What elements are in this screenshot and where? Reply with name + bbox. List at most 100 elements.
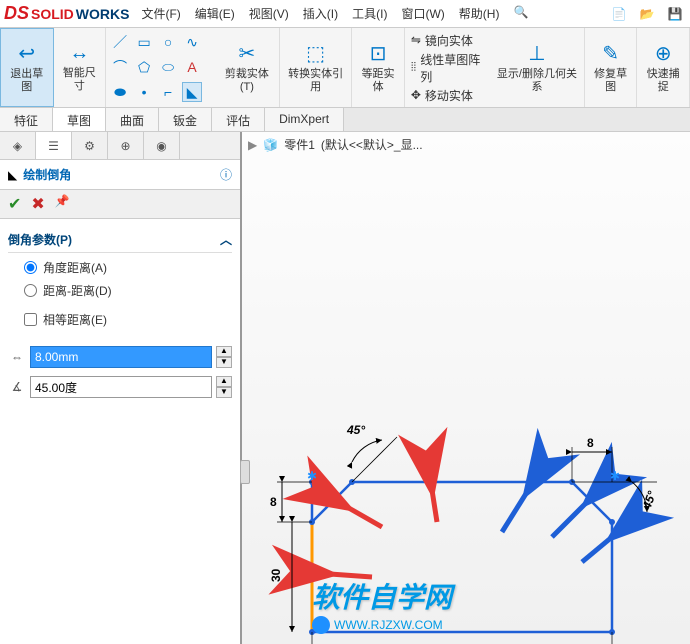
pattern-button[interactable]: ⦙⦙线性草图阵列: [411, 51, 484, 85]
convert-button[interactable]: ⬚ 转换实体引用: [280, 28, 352, 107]
breadcrumb-arrow-icon[interactable]: ▶: [248, 138, 257, 152]
globe-icon: [312, 616, 330, 634]
sketch-tools-grid: ／ ▭ ○ ∿ ⌒ ⬠ ⬭ A ⬬ • ⌐ ◣: [106, 28, 215, 107]
menu-search-icon[interactable]: 🔍: [513, 5, 528, 22]
circle-icon[interactable]: ○: [158, 32, 178, 52]
graphics-area[interactable]: ▶ 🧊 零件1 (默认<<默认>_显...: [242, 132, 690, 644]
tab-sketch[interactable]: 草图: [53, 108, 106, 131]
angle-input[interactable]: [30, 376, 212, 398]
panel-divider-handle[interactable]: [240, 460, 250, 484]
menu-view[interactable]: 视图(V): [249, 5, 289, 22]
distance-input-row: ⇔ ▲ ▼: [0, 342, 240, 372]
config-name: (默认<<默认>_显...: [321, 136, 423, 153]
chamfer-icon[interactable]: ◣: [182, 82, 202, 102]
repair-icon: ✎: [602, 41, 619, 66]
section-header[interactable]: 倒角参数(P) ︿: [8, 227, 232, 253]
radio-angle-distance[interactable]: 角度距离(A): [24, 259, 232, 276]
menu-file[interactable]: 文件(F): [141, 5, 180, 22]
menu-tools[interactable]: 工具(I): [352, 5, 387, 22]
main-area: ◈ ☰ ⚙ ⊕ ◉ ◣ 绘制倒角 ⓘ ✔ ✖ 📌 倒角参数(P) ︿ 角度距离(…: [0, 132, 690, 644]
distance-input[interactable]: [30, 346, 212, 368]
point-icon[interactable]: •: [134, 82, 154, 102]
arc-icon[interactable]: ⌒: [110, 57, 130, 77]
pm-tab-feature-tree[interactable]: ◈: [0, 132, 36, 159]
text-icon[interactable]: A: [182, 57, 202, 77]
property-manager: ◈ ☰ ⚙ ⊕ ◉ ◣ 绘制倒角 ⓘ ✔ ✖ 📌 倒角参数(P) ︿ 角度距离(…: [0, 132, 242, 644]
relations-icon: ⊥: [528, 41, 545, 66]
fillet-icon[interactable]: ⌐: [158, 82, 178, 102]
line-icon[interactable]: ／: [110, 32, 130, 52]
snap-icon: ⊕: [655, 41, 672, 66]
quick-access: 📄 📂 💾: [608, 3, 686, 25]
exit-sketch-icon: ↩: [18, 41, 35, 66]
pm-title: 绘制倒角: [23, 166, 71, 183]
exit-sketch-label: 退出草图: [7, 68, 47, 94]
trim-icon: ✂: [238, 41, 255, 66]
part-icon: 🧊: [263, 138, 278, 152]
snap-button[interactable]: ⊕ 快速捕捉: [637, 28, 690, 107]
rect-icon[interactable]: ▭: [134, 32, 154, 52]
polygon-icon[interactable]: ⬠: [134, 57, 154, 77]
relations-button[interactable]: ⊥ 显示/删除几何关系: [490, 28, 585, 107]
open-doc-icon[interactable]: 📂: [636, 3, 658, 25]
smart-dim-button[interactable]: ↔ 智能尺寸: [54, 28, 107, 107]
slot-icon[interactable]: ⬬: [110, 82, 130, 102]
spline-icon[interactable]: ∿: [182, 32, 202, 52]
tab-evaluate[interactable]: 评估: [212, 108, 265, 131]
offset-button[interactable]: ⊡ 等距实体: [352, 28, 405, 107]
help-icon[interactable]: ⓘ: [220, 166, 232, 183]
pm-tab-dimx[interactable]: ⊕: [108, 132, 144, 159]
move-icon: ✥: [411, 88, 421, 102]
pushpin-icon[interactable]: 📌: [55, 194, 70, 214]
watermark-url: WWW.RJZXW.COM: [312, 616, 452, 634]
dim-45r[interactable]: 45°: [639, 489, 659, 512]
exit-sketch-button[interactable]: ↩ 退出草图: [0, 28, 54, 107]
transform-group: ⇋镜向实体 ⦙⦙线性草图阵列 ✥移动实体: [405, 28, 490, 107]
spin-up-icon[interactable]: ▲: [216, 346, 232, 357]
blue-arrow: [582, 537, 612, 562]
ellipse-icon[interactable]: ⬭: [158, 57, 178, 77]
move-button[interactable]: ✥移动实体: [411, 87, 484, 104]
pm-header: ◣ 绘制倒角 ⓘ: [0, 160, 240, 189]
dim-30[interactable]: 30: [269, 568, 283, 582]
tab-sheetmetal[interactable]: 钣金: [159, 108, 212, 131]
equal-distance-check: 相等距离(E): [8, 305, 232, 334]
convert-icon: ⬚: [306, 41, 325, 66]
repair-button[interactable]: ✎ 修复草图: [585, 28, 638, 107]
dim-8-left[interactable]: 8: [270, 495, 277, 509]
ok-button[interactable]: ✔: [8, 194, 21, 214]
pm-tab-property[interactable]: ☰: [36, 132, 72, 159]
spin-up-icon[interactable]: ▲: [216, 376, 232, 387]
tab-surface[interactable]: 曲面: [106, 108, 159, 131]
logo-ds: DS: [4, 3, 29, 24]
offset-label: 等距实体: [358, 68, 398, 94]
menu-window[interactable]: 窗口(W): [401, 5, 444, 22]
spin-down-icon[interactable]: ▼: [216, 357, 232, 368]
save-icon[interactable]: 💾: [664, 3, 686, 25]
mirror-icon: ⇋: [411, 33, 421, 47]
pm-confirm-bar: ✔ ✖ 📌: [0, 189, 240, 219]
spin-down-icon[interactable]: ▼: [216, 387, 232, 398]
pm-tab-display[interactable]: ◉: [144, 132, 180, 159]
new-doc-icon[interactable]: 📄: [608, 3, 630, 25]
red-arrow: [347, 507, 382, 527]
tab-dimxpert[interactable]: DimXpert: [265, 108, 344, 131]
checkbox-equal-distance[interactable]: 相等距离(E): [24, 311, 232, 328]
convert-label: 转换实体引用: [286, 68, 345, 94]
menu-insert[interactable]: 插入(I): [303, 5, 338, 22]
part-name[interactable]: 零件1: [284, 136, 315, 153]
svg-text:✱: ✱: [307, 469, 317, 483]
menu-edit[interactable]: 编辑(E): [195, 5, 235, 22]
sketch-drawing: 45° 8 45° 8 30 50 ✱ ✱: [252, 262, 690, 622]
tab-feature[interactable]: 特征: [0, 108, 53, 131]
radio-distance-distance[interactable]: 距离-距离(D): [24, 282, 232, 299]
pm-tab-config[interactable]: ⚙: [72, 132, 108, 159]
repair-label: 修复草图: [591, 68, 631, 94]
dim-8-top[interactable]: 8: [587, 436, 594, 450]
dim-45[interactable]: 45°: [346, 423, 365, 437]
cancel-button[interactable]: ✖: [31, 194, 44, 214]
snap-label: 快速捕捉: [643, 68, 683, 94]
mirror-button[interactable]: ⇋镜向实体: [411, 32, 484, 49]
trim-button[interactable]: ✂ 剪裁实体(T): [215, 28, 280, 107]
menu-help[interactable]: 帮助(H): [459, 5, 500, 22]
